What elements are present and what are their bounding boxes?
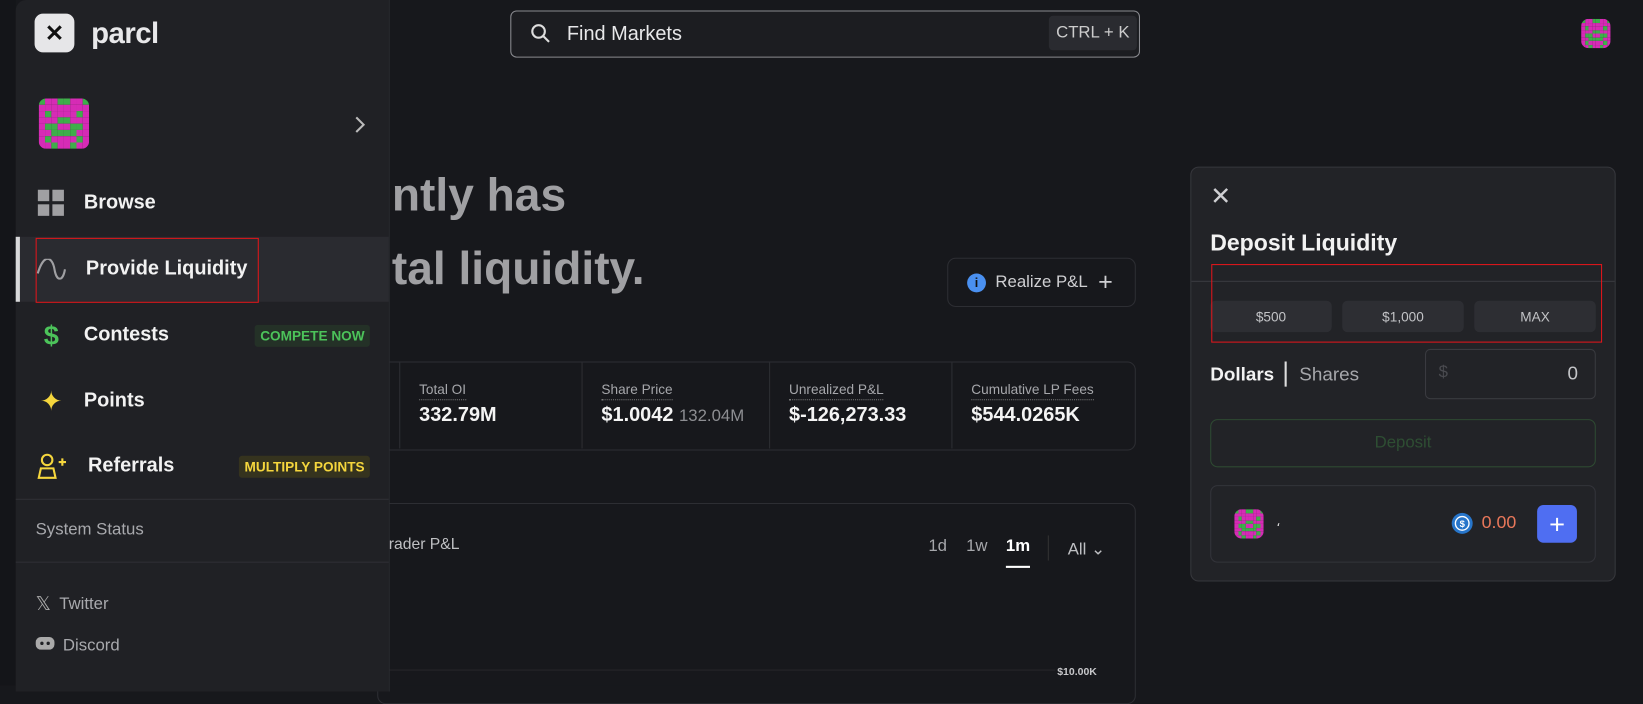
deposit-panel: ✕ Deposit Liquidity $500 $1,000 MAX Doll… bbox=[1190, 166, 1616, 582]
search-placeholder: Find Markets bbox=[566, 23, 682, 46]
svg-text:$: $ bbox=[1460, 518, 1466, 529]
amount-input[interactable]: $ 0 bbox=[1425, 348, 1596, 400]
chart-card: rader P&L 1d 1w 1m All ⌄ $10.00K bbox=[377, 502, 1136, 704]
sparkle-icon: ✦ bbox=[39, 385, 63, 417]
highlight-box bbox=[1211, 264, 1603, 343]
search-icon bbox=[531, 24, 550, 43]
highlight-box bbox=[35, 237, 259, 303]
compete-now-badge: COMPETE NOW bbox=[254, 324, 370, 347]
usdc-icon: $ bbox=[1451, 512, 1473, 534]
usdc-balance: 0.00 bbox=[1481, 512, 1517, 533]
dollar-icon: $ bbox=[43, 319, 59, 351]
search-input[interactable]: Find Markets CTRL + K bbox=[510, 10, 1141, 58]
twitter-link[interactable]: 𝕏 Twitter bbox=[36, 593, 109, 615]
range-divider bbox=[1047, 535, 1049, 561]
x-icon: 𝕏 bbox=[35, 593, 51, 615]
sidebar-item-referrals[interactable]: Referrals MULTIPLY POINTS bbox=[16, 434, 389, 499]
stat-unrealized-pnl: Unrealized P&L $-126,273.33 bbox=[769, 362, 950, 449]
hero-line-1: ntly has bbox=[391, 169, 567, 222]
currency-prefix: $ bbox=[1438, 363, 1448, 382]
tab-separator bbox=[1284, 361, 1287, 387]
add-funds-button[interactable]: + bbox=[1537, 505, 1577, 543]
close-icon: ✕ bbox=[1210, 182, 1232, 211]
user-avatar[interactable] bbox=[1581, 18, 1611, 49]
multiply-points-badge: MULTIPLY POINTS bbox=[239, 455, 370, 478]
discord-link[interactable]: Discord bbox=[35, 636, 120, 656]
tab-dollars[interactable]: Dollars bbox=[1210, 364, 1274, 386]
divider bbox=[15, 561, 389, 563]
chart-title: rader P&L bbox=[388, 535, 460, 554]
range-1w[interactable]: 1w bbox=[966, 538, 987, 557]
chevron-right-icon[interactable] bbox=[354, 115, 367, 134]
panel-title: Deposit Liquidity bbox=[1210, 229, 1398, 256]
wallet-avatar bbox=[1234, 509, 1264, 539]
stat-total-oi: Total OI 332.79M bbox=[399, 362, 580, 449]
info-icon: i bbox=[967, 272, 986, 292]
stat-lp-fees: Cumulative LP Fees $544.0265K bbox=[951, 362, 1132, 449]
wallet-row: ، $ 0.00 + bbox=[1210, 485, 1596, 563]
plus-icon: + bbox=[1549, 507, 1565, 540]
grid-icon bbox=[36, 189, 67, 217]
wallet-name: ، bbox=[1276, 514, 1281, 530]
tab-shares[interactable]: Shares bbox=[1299, 364, 1359, 386]
range-1m[interactable]: 1m bbox=[1005, 538, 1031, 568]
chart-gridline bbox=[378, 669, 1056, 671]
range-1d[interactable]: 1d bbox=[928, 538, 947, 557]
stat-share-price: Share Price $1.0042 132.04M bbox=[581, 362, 770, 449]
profile-avatar[interactable] bbox=[38, 98, 90, 149]
hero-line-2: tal liquidity. bbox=[391, 243, 645, 295]
discord-icon bbox=[35, 636, 55, 656]
parcl-logo[interactable]: parcl bbox=[91, 17, 159, 51]
amount-value: 0 bbox=[1567, 362, 1578, 384]
plus-icon: + bbox=[1098, 267, 1113, 297]
close-panel-button[interactable]: ✕ bbox=[1210, 184, 1231, 209]
chevron-down-icon: ⌄ bbox=[1091, 540, 1106, 559]
sidebar-item-contests[interactable]: $ Contests COMPETE NOW bbox=[16, 303, 389, 368]
deposit-button[interactable]: Deposit bbox=[1210, 419, 1596, 468]
left-edge bbox=[0, 0, 16, 686]
user-plus-icon bbox=[36, 453, 67, 480]
close-sidebar-button[interactable]: ✕ bbox=[34, 13, 75, 53]
close-icon: ✕ bbox=[44, 19, 65, 46]
divider bbox=[15, 498, 389, 500]
system-status-link[interactable]: System Status bbox=[36, 521, 144, 540]
sidebar-item-browse[interactable]: Browse bbox=[16, 171, 389, 236]
y-axis-label: $10.00K bbox=[1057, 666, 1097, 678]
realize-pnl-label: Realize P&L bbox=[995, 272, 1088, 291]
sidebar-item-points[interactable]: ✦ Points bbox=[16, 369, 389, 434]
realize-pnl-button[interactable]: i Realize P&L + bbox=[947, 257, 1136, 308]
shortcut-hint: CTRL + K bbox=[1048, 15, 1137, 51]
range-dropdown[interactable]: All ⌄ bbox=[1068, 539, 1105, 560]
